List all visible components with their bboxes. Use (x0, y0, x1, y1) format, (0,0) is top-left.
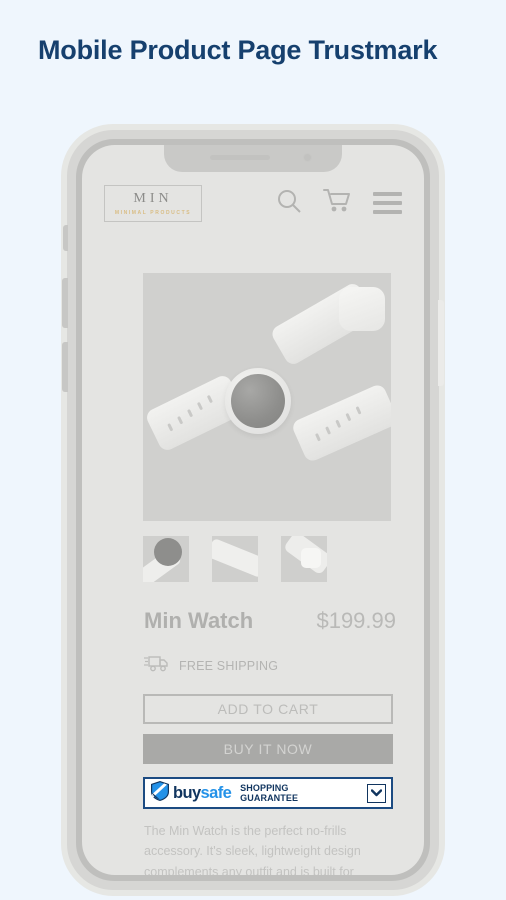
phone-device-mockup: MIN MINIMAL PRODUCTS Min Watch $199.99 F… (62, 130, 444, 890)
product-thumbnail[interactable] (281, 536, 327, 582)
phone-front-camera (303, 153, 312, 162)
product-price: $199.99 (316, 608, 396, 633)
delivery-truck-icon (144, 654, 170, 678)
header-icon-group (276, 188, 402, 219)
store-logo[interactable]: MIN MINIMAL PRODUCTS (104, 184, 202, 222)
phone-bezel: MIN MINIMAL PRODUCTS Min Watch $199.99 F… (76, 139, 430, 881)
phone-mute-switch[interactable] (63, 225, 68, 251)
product-thumbnail[interactable] (212, 536, 258, 582)
phone-power-button[interactable] (438, 300, 444, 386)
page-root: Mobile Product Page Trustmark MIN MINIMA… (0, 0, 506, 900)
shopping-guarantee-line2: GUARANTEE (240, 793, 299, 803)
buysafe-brand: buysafe (173, 783, 232, 802)
buy-it-now-button[interactable]: BUY IT NOW (143, 734, 393, 764)
trustmark-expand-button[interactable] (367, 783, 386, 803)
search-icon[interactable] (276, 188, 302, 219)
watch-strap-second (290, 382, 391, 464)
buysafe-trustmark[interactable]: buysafe SHOPPING GUARANTEE (143, 777, 393, 809)
product-title-price-row: Min Watch $199.99 (144, 608, 396, 634)
store-header: MIN MINIMAL PRODUCTS (82, 172, 424, 234)
buysafe-logo: buysafe (150, 780, 232, 807)
cart-icon[interactable] (323, 188, 352, 219)
phone-earpiece-speaker (210, 155, 270, 160)
shopping-guarantee-line1: SHOPPING (240, 782, 289, 793)
product-thumbnail[interactable] (143, 536, 189, 582)
hamburger-line (373, 201, 402, 205)
phone-notch (164, 145, 342, 172)
product-main-image[interactable] (143, 273, 391, 521)
hamburger-line (373, 210, 402, 214)
store-logo-name: MIN (133, 190, 173, 206)
chevron-down-icon (371, 789, 382, 797)
phone-volume-up-button[interactable] (62, 278, 68, 328)
hamburger-menu-icon[interactable] (373, 192, 402, 214)
buysafe-shield-icon (150, 780, 170, 807)
store-logo-tagline: MINIMAL PRODUCTS (114, 209, 192, 216)
shopping-guarantee-label: SHOPPING GUARANTEE (240, 783, 298, 804)
product-title: Min Watch (144, 608, 254, 633)
buysafe-brand-buy: buy (173, 783, 201, 802)
free-shipping-label: FREE SHIPPING (179, 659, 279, 673)
add-to-cart-button[interactable]: ADD TO CART (143, 694, 393, 724)
product-thumbnail-list (143, 536, 327, 582)
page-title: Mobile Product Page Trustmark (38, 35, 438, 65)
watch-dial (231, 374, 285, 428)
phone-screen: MIN MINIMAL PRODUCTS Min Watch $199.99 F… (82, 145, 424, 875)
watch-case (225, 368, 291, 434)
product-description: The Min Watch is the perfect no-frills a… (144, 824, 361, 875)
hamburger-line (373, 192, 402, 196)
buysafe-brand-safe: safe (200, 783, 232, 802)
phone-volume-down-button[interactable] (62, 342, 68, 392)
free-shipping-row: FREE SHIPPING (144, 654, 278, 678)
watch-buckle (339, 287, 385, 331)
